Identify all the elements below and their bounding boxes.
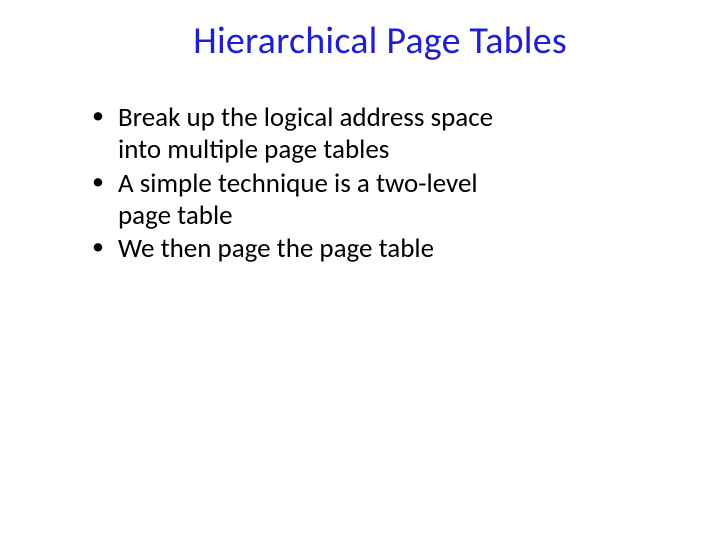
slide-container: Hierarchical Page Tables Break up the lo…: [0, 0, 720, 540]
slide-title: Hierarchical Page Tables: [100, 18, 660, 64]
bullet-item: We then page the page table: [90, 233, 520, 265]
bullet-item: Break up the logical address space into …: [90, 102, 520, 166]
bullet-item: A simple technique is a two-level page t…: [90, 168, 520, 232]
slide-content: Break up the logical address space into …: [60, 102, 660, 265]
bullet-list: Break up the logical address space into …: [90, 102, 660, 265]
